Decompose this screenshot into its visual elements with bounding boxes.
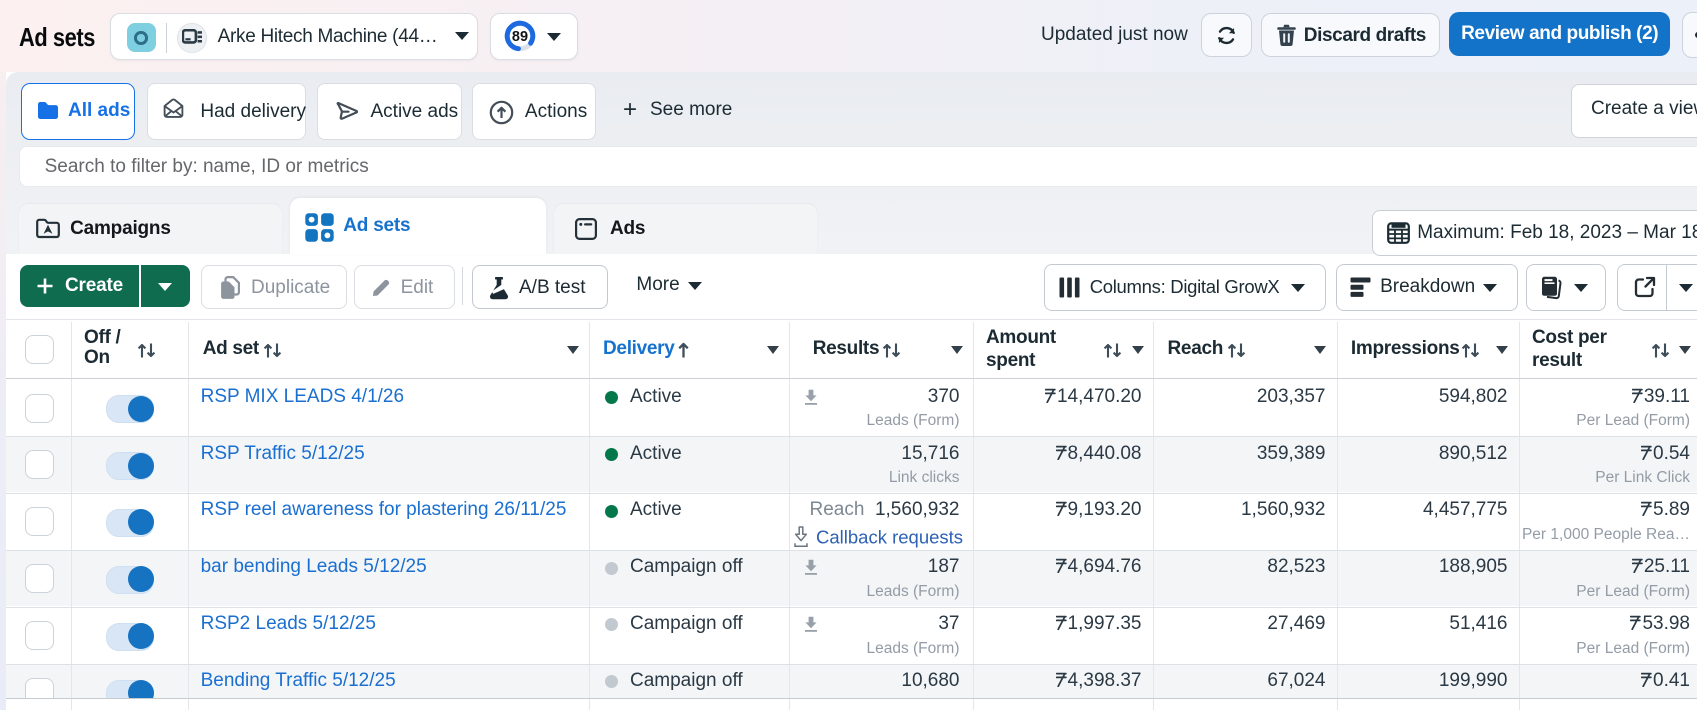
- svg-text:89: 89: [512, 29, 528, 45]
